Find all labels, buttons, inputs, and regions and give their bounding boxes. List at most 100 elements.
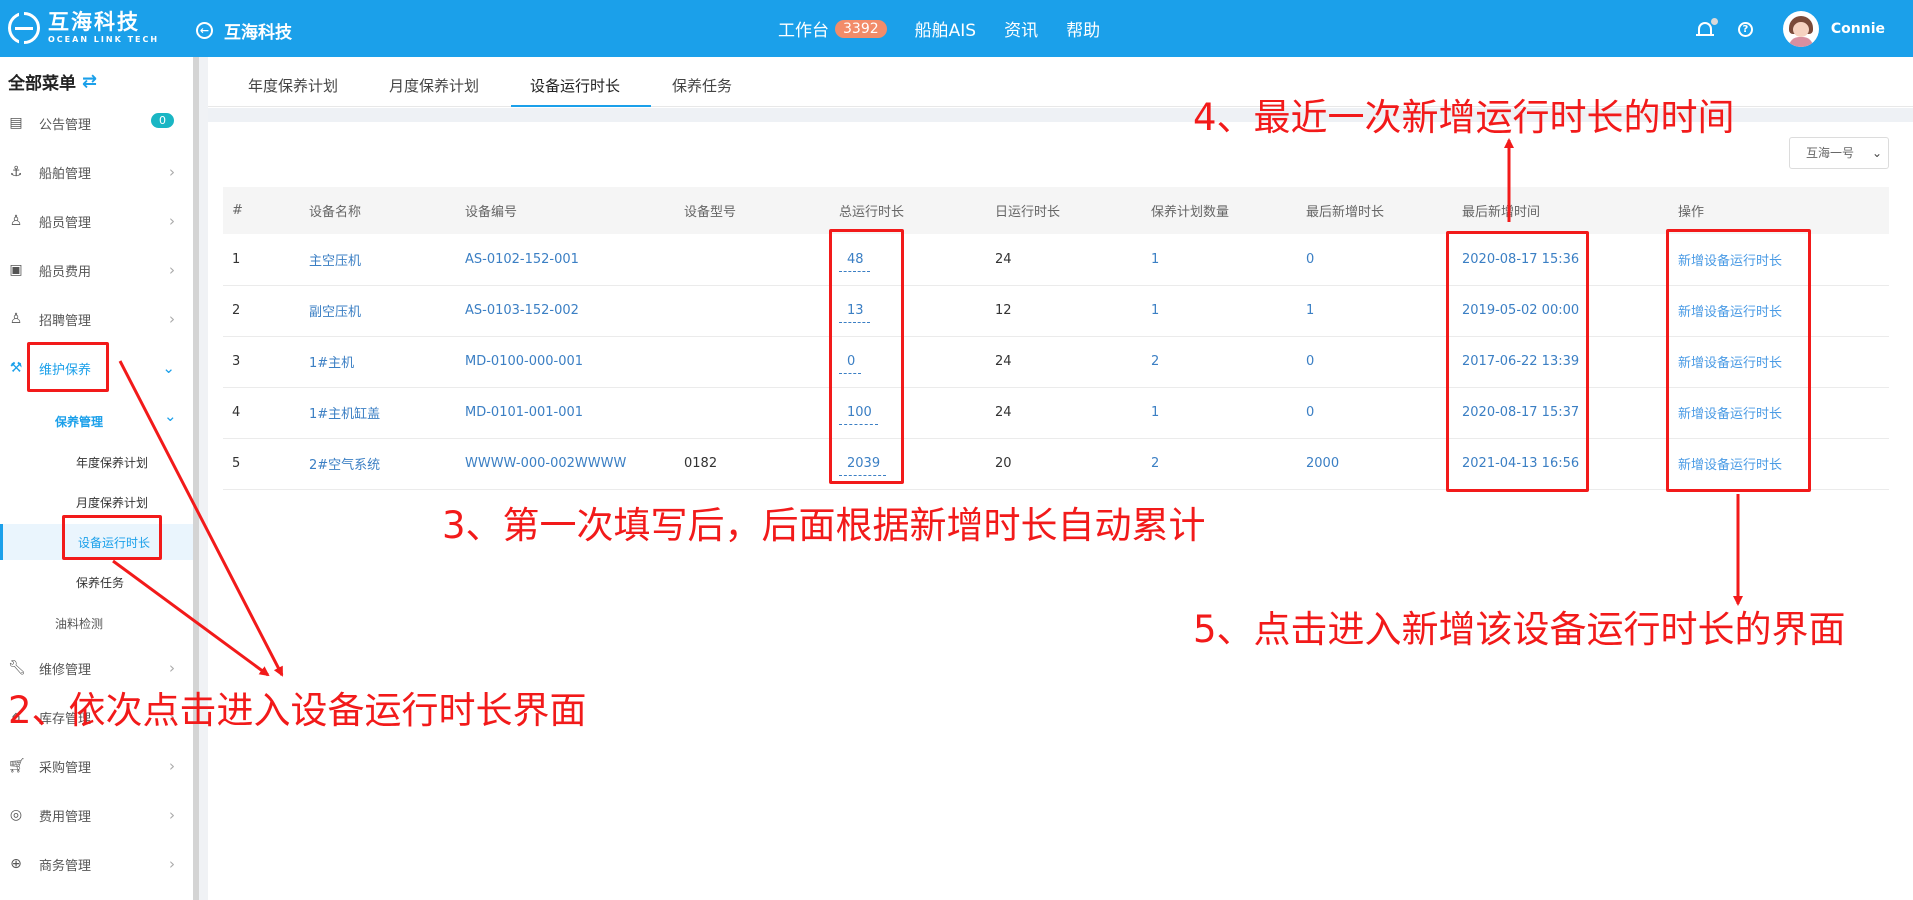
cell-equipment-code: WWWW-000-002WWWW <box>465 456 627 471</box>
tab-annual-plan[interactable]: 年度保养计划 <box>248 75 338 96</box>
menu-header: 全部菜单 ⇄ <box>8 69 97 94</box>
chevron-right-icon: › <box>169 310 175 328</box>
table-cell: 0 <box>1306 234 1462 286</box>
tab-runtime[interactable]: 设备运行时长 <box>530 75 620 96</box>
sidebar-item-announcements[interactable]: ▤ 公告管理 0 <box>0 109 193 137</box>
cell-last-added: 0 <box>1306 405 1315 420</box>
table-cell: 副空压机 <box>309 285 465 337</box>
table-cell <box>684 387 839 439</box>
sidebar-item-repair[interactable]: 🔧︎ 维修管理 › <box>0 654 193 682</box>
sidebar-item-crew-expenses[interactable]: ▣ 船员费用 › <box>0 256 193 284</box>
announcement-badge: 0 <box>151 113 174 128</box>
tab-tasks[interactable]: 保养任务 <box>672 75 732 96</box>
sidebar-item-crew[interactable]: ♙ 船员管理 › <box>0 207 193 235</box>
chevron-right-icon: › <box>169 163 175 181</box>
sidebar-sub-group[interactable]: 保养管理 <box>55 413 103 430</box>
sidebar-sub-annual[interactable]: 年度保养计划 <box>76 454 148 471</box>
ship-select-value: 互海一号 <box>1806 146 1855 160</box>
cell-equipment-name[interactable]: 2#空气系统 <box>309 458 380 473</box>
table-cell: 4 <box>223 387 309 439</box>
nav-workbench-label: 工作台 <box>778 21 829 41</box>
annotation-note-2: 2、依次点击进入设备运行时长界面 <box>8 689 587 732</box>
cell-equipment-name[interactable]: 1#主机缸盖 <box>309 407 380 422</box>
main-content: 年度保养计划 月度保养计划 设备运行时长 保养任务 互海一号 ⌄ # 设备名称 … <box>208 57 1913 900</box>
table-row: 2 副空压机 AS-0103-152-002 13 12 1 1 2019-05-02 00:… <box>223 285 1889 337</box>
sidebar-sub-tasks[interactable]: 保养任务 <box>76 574 124 591</box>
table-cell: 5 <box>223 438 309 490</box>
table-cell: 0 <box>1306 387 1462 439</box>
tab-monthly-plan[interactable]: 月度保养计划 <box>389 75 479 96</box>
sidebar-scrollbar[interactable] <box>193 57 199 900</box>
ship-select[interactable]: 互海一号 ⌄ <box>1789 137 1889 169</box>
table-cell: 24 <box>995 387 1151 439</box>
cell-index: 5 <box>232 456 241 471</box>
equipment-table: # 设备名称 设备编号 设备型号 总运行时长 日运行时长 保养计划数量 最后新增… <box>223 187 1889 490</box>
table-cell: 1 <box>223 234 309 286</box>
table-cell: 1 <box>1151 285 1306 337</box>
col-action: 操作 <box>1678 187 1889 234</box>
chevron-right-icon: › <box>169 659 175 677</box>
cell-equipment-name[interactable]: 1#主机 <box>309 356 354 371</box>
username[interactable]: Connie <box>1831 21 1885 37</box>
cell-plan-count[interactable]: 2 <box>1151 456 1159 471</box>
table-header: # 设备名称 设备编号 设备型号 总运行时长 日运行时长 保养计划数量 最后新增… <box>223 187 1889 234</box>
back-link[interactable]: ← 互海科技 <box>196 18 292 43</box>
anchor-icon: ⚓ <box>9 164 23 180</box>
cell-equipment-code: MD-0101-001-001 <box>465 405 584 420</box>
sidebar-sub-oil-test[interactable]: 油料检测 <box>55 615 103 632</box>
active-tab-indicator <box>511 105 651 107</box>
cell-index: 4 <box>232 405 241 420</box>
cell-equipment-name[interactable]: 副空压机 <box>309 305 361 320</box>
nav-workbench[interactable]: 工作台 3392 <box>778 16 887 41</box>
sidebar-item-ships[interactable]: ⚓ 船舶管理 › <box>0 158 193 186</box>
table-cell: AS-0102-152-001 <box>465 234 684 286</box>
bell-icon[interactable] <box>1695 17 1718 39</box>
cell-plan-count[interactable]: 1 <box>1151 303 1159 318</box>
cell-last-added: 0 <box>1306 251 1315 267</box>
sidebar-item-costs[interactable]: ◎ 费用管理 › <box>0 801 193 829</box>
sidebar-item-label: 维修管理 <box>39 662 92 678</box>
person-icon: ♙ <box>9 311 23 327</box>
col-code: 设备编号 <box>465 187 684 234</box>
top-bar: 互海科技 OCEAN LINK TECH ← 互海科技 工作台 3392 船舶A… <box>0 0 1913 57</box>
avatar[interactable] <box>1782 11 1819 47</box>
swap-icon[interactable]: ⇄ <box>82 71 97 92</box>
nav-ship-ais[interactable]: 船舶AIS <box>915 16 976 41</box>
sidebar-item-recruitment[interactable]: ♙ 招聘管理 › <box>0 305 193 333</box>
logo-subtitle: OCEAN LINK TECH <box>48 35 160 44</box>
cell-last-added: 0 <box>1306 354 1315 369</box>
nav-news[interactable]: 资讯 <box>1004 16 1038 41</box>
col-daily-runtime: 日运行时长 <box>995 187 1151 234</box>
chevron-right-icon: › <box>169 261 175 279</box>
table-cell: 2000 <box>1306 438 1462 490</box>
nav-help[interactable]: 帮助 <box>1066 16 1100 41</box>
cell-plan-count[interactable]: 1 <box>1151 405 1159 420</box>
chevron-right-icon: › <box>169 855 175 873</box>
sidebar-item-procurement[interactable]: 🛒︎ 采购管理 › <box>0 752 193 780</box>
table-cell: MD-0101-001-001 <box>465 387 684 439</box>
sidebar-item-label: 商务管理 <box>39 858 92 874</box>
annotation-box-maintenance <box>27 342 109 392</box>
back-title: 互海科技 <box>224 23 292 43</box>
table-cell: 1 <box>1306 285 1462 337</box>
sidebar-sub-monthly[interactable]: 月度保养计划 <box>76 494 148 511</box>
cell-equipment-name[interactable]: 主空压机 <box>309 254 361 269</box>
sidebar-active-indicator <box>0 524 3 560</box>
annotation-box-last-time <box>1446 231 1589 492</box>
sidebar-item-business[interactable]: ⊕ 商务管理 › <box>0 850 193 878</box>
table-cell <box>684 285 839 337</box>
cell-plan-count[interactable]: 1 <box>1151 252 1159 267</box>
sidebar-item-label: 船员费用 <box>39 264 92 280</box>
table-cell: 2 <box>1151 438 1306 490</box>
chevron-down-icon: ⌄ <box>162 359 175 377</box>
brand-logo[interactable]: 互海科技 OCEAN LINK TECH <box>8 12 159 44</box>
menu-title: 全部菜单 <box>8 74 76 94</box>
table-cell: MD-0100-000-001 <box>465 336 684 388</box>
table-cell: 2 <box>223 285 309 337</box>
annotation-note-4: 4、最近一次新增运行时长的时间 <box>1193 96 1735 139</box>
help-icon[interactable]: ? <box>1737 21 1753 37</box>
chevron-right-icon: › <box>169 806 175 824</box>
chevron-down-icon: ⌄ <box>164 407 177 425</box>
cell-plan-count[interactable]: 2 <box>1151 354 1159 369</box>
sidebar-item-label: 公告管理 <box>39 117 92 133</box>
